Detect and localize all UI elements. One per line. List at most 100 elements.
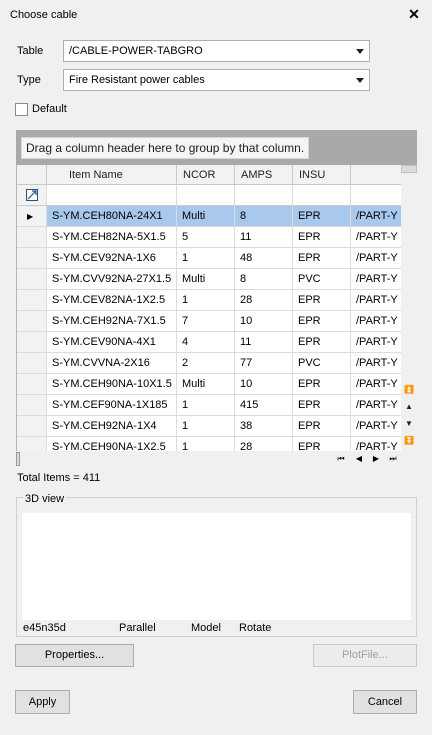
table-row[interactable]: S-YM.CEH82NA-5X1.5 5 11 EPR/PART-Y <box>17 227 401 248</box>
table-cell[interactable]: S-YM.CEF90NA-1X185 <box>47 395 177 416</box>
first-record-icon[interactable]: ⏮ <box>336 454 346 464</box>
table-cell[interactable]: /PART-Y <box>351 248 401 269</box>
table-cell[interactable]: 10 <box>235 374 293 395</box>
type-dropdown[interactable]: Fire Resistant power cables <box>63 69 370 91</box>
table-cell[interactable]: 11 <box>235 332 293 353</box>
table-cell[interactable]: EPR <box>293 416 351 437</box>
filter-cell-insu[interactable] <box>293 185 351 206</box>
table-cell[interactable]: 28 <box>235 290 293 311</box>
table-cell[interactable]: 2 <box>177 353 235 374</box>
table-cell[interactable]: /PART-Y <box>351 269 401 290</box>
row-selector[interactable] <box>17 353 47 374</box>
table-cell[interactable]: Multi <box>177 374 235 395</box>
table-cell[interactable]: Multi <box>177 269 235 290</box>
table-row[interactable]: S-YM.CEV90NA-4X1 4 11 EPR/PART-Y <box>17 332 401 353</box>
table-cell[interactable]: EPR <box>293 311 351 332</box>
column-header-ncor[interactable]: NCOR <box>177 165 235 185</box>
table-cell[interactable]: S-YM.CEH80NA-24X1 <box>47 206 177 227</box>
default-checkbox[interactable] <box>15 103 28 116</box>
table-cell[interactable]: EPR <box>293 227 351 248</box>
table-cell[interactable]: 48 <box>235 248 293 269</box>
table-cell[interactable]: S-YM.CVV92NA-27X1.5 <box>47 269 177 290</box>
table-cell[interactable]: /PART-Y <box>351 311 401 332</box>
scroll-top-icon[interactable]: ⏫ <box>404 385 414 395</box>
table-row[interactable]: S-YM.CEV92NA-1X6 1 48 EPR/PART-Y <box>17 248 401 269</box>
table-cell[interactable]: /PART-Y <box>351 395 401 416</box>
table-cell[interactable]: PVC <box>293 269 351 290</box>
table-cell[interactable]: 7 <box>177 311 235 332</box>
filter-row-header[interactable] <box>17 185 47 206</box>
row-selector[interactable] <box>17 374 47 395</box>
properties-button[interactable]: Properties... <box>15 644 134 667</box>
table-cell[interactable]: EPR <box>293 332 351 353</box>
table-cell[interactable]: 10 <box>235 311 293 332</box>
table-cell[interactable]: Multi <box>177 206 235 227</box>
table-row[interactable]: S-YM.CEH92NA-1X4 1 38 EPR/PART-Y <box>17 416 401 437</box>
table-cell[interactable]: 28 <box>235 437 293 451</box>
table-cell[interactable]: S-YM.CEH82NA-5X1.5 <box>47 227 177 248</box>
row-selector[interactable] <box>17 248 47 269</box>
column-header-part[interactable] <box>351 165 401 185</box>
cable-grid[interactable]: Item Name NCOR AMPS INSU ▶ S-YM.CEH80NA-2… <box>16 165 401 451</box>
scroll-thumb[interactable] <box>401 165 417 173</box>
table-cell[interactable]: /PART-Y <box>351 227 401 248</box>
filter-icon[interactable] <box>26 189 38 201</box>
table-cell[interactable]: EPR <box>293 437 351 451</box>
table-cell[interactable]: S-YM.CVVNA-2X16 <box>47 353 177 374</box>
scroll-bottom-icon[interactable]: ⏬ <box>404 436 414 446</box>
scroll-up-icon[interactable]: ▲ <box>404 402 414 412</box>
row-selector[interactable]: ▶ <box>17 206 47 227</box>
table-cell[interactable]: 1 <box>177 416 235 437</box>
table-cell[interactable]: /PART-Y <box>351 416 401 437</box>
row-selector[interactable] <box>17 269 47 290</box>
table-row[interactable]: S-YM.CEH90NA-10X1.5 Multi 10 EPR/PART-Y <box>17 374 401 395</box>
horizontal-scrollbar[interactable]: ⏮ ◀ ▶ ⏭ <box>16 451 417 467</box>
table-cell[interactable]: 8 <box>235 206 293 227</box>
row-selector[interactable] <box>17 311 47 332</box>
cancel-button[interactable]: Cancel <box>353 690 417 714</box>
column-header-item-name[interactable]: Item Name <box>47 165 177 185</box>
table-cell[interactable]: 5 <box>177 227 235 248</box>
plotfile-button[interactable]: PlotFile... <box>313 644 417 667</box>
vertical-scrollbar[interactable]: ⏫ ▲ ▼ ⏬ <box>401 165 417 451</box>
table-cell[interactable]: 11 <box>235 227 293 248</box>
table-row[interactable]: S-YM.CEH90NA-1X2.5 1 28 EPR/PART-Y <box>17 437 401 451</box>
table-cell[interactable]: S-YM.CEH92NA-1X4 <box>47 416 177 437</box>
table-cell[interactable]: S-YM.CEH90NA-1X2.5 <box>47 437 177 451</box>
table-cell[interactable]: /PART-Y <box>351 353 401 374</box>
table-cell[interactable]: EPR <box>293 248 351 269</box>
table-cell[interactable]: 77 <box>235 353 293 374</box>
row-selector[interactable] <box>17 416 47 437</box>
table-cell[interactable]: S-YM.CEH90NA-10X1.5 <box>47 374 177 395</box>
row-selector[interactable] <box>17 437 47 451</box>
row-selector[interactable] <box>17 332 47 353</box>
group-by-panel[interactable]: Drag a column header here to group by th… <box>16 130 417 165</box>
table-row[interactable]: S-YM.CEV82NA-1X2.5 1 28 EPR/PART-Y <box>17 290 401 311</box>
last-record-icon[interactable]: ⏭ <box>388 454 398 464</box>
previous-record-icon[interactable]: ◀ <box>354 454 364 464</box>
column-header-amps[interactable]: AMPS <box>235 165 293 185</box>
filter-cell-item-name[interactable] <box>47 185 177 206</box>
table-row[interactable]: S-YM.CVV92NA-27X1.5 Multi 8 PVC/PART-Y <box>17 269 401 290</box>
table-cell[interactable]: /PART-Y <box>351 437 401 451</box>
scroll-down-icon[interactable]: ▼ <box>404 419 414 429</box>
table-cell[interactable]: EPR <box>293 395 351 416</box>
filter-cell-part[interactable] <box>351 185 401 206</box>
row-selector[interactable] <box>17 395 47 416</box>
table-cell[interactable]: 1 <box>177 290 235 311</box>
table-cell[interactable]: EPR <box>293 290 351 311</box>
table-row[interactable]: S-YM.CEF90NA-1X185 1 415 EPR/PART-Y <box>17 395 401 416</box>
filter-cell-ncor[interactable] <box>177 185 235 206</box>
table-cell[interactable]: S-YM.CEH92NA-7X1.5 <box>47 311 177 332</box>
table-cell[interactable]: S-YM.CEV90NA-4X1 <box>47 332 177 353</box>
table-cell[interactable]: /PART-Y <box>351 332 401 353</box>
table-cell[interactable]: EPR <box>293 374 351 395</box>
table-row[interactable]: ▶ S-YM.CEH80NA-24X1 Multi 8 EPR/PART-Y <box>17 206 401 227</box>
table-cell[interactable]: S-YM.CEV82NA-1X2.5 <box>47 290 177 311</box>
next-record-icon[interactable]: ▶ <box>371 454 381 464</box>
table-dropdown[interactable]: /CABLE-POWER-TABGRO <box>63 40 370 62</box>
table-cell[interactable]: 1 <box>177 437 235 451</box>
table-cell[interactable]: 1 <box>177 248 235 269</box>
column-header-insu[interactable]: INSU <box>293 165 351 185</box>
table-cell[interactable]: /PART-Y <box>351 290 401 311</box>
